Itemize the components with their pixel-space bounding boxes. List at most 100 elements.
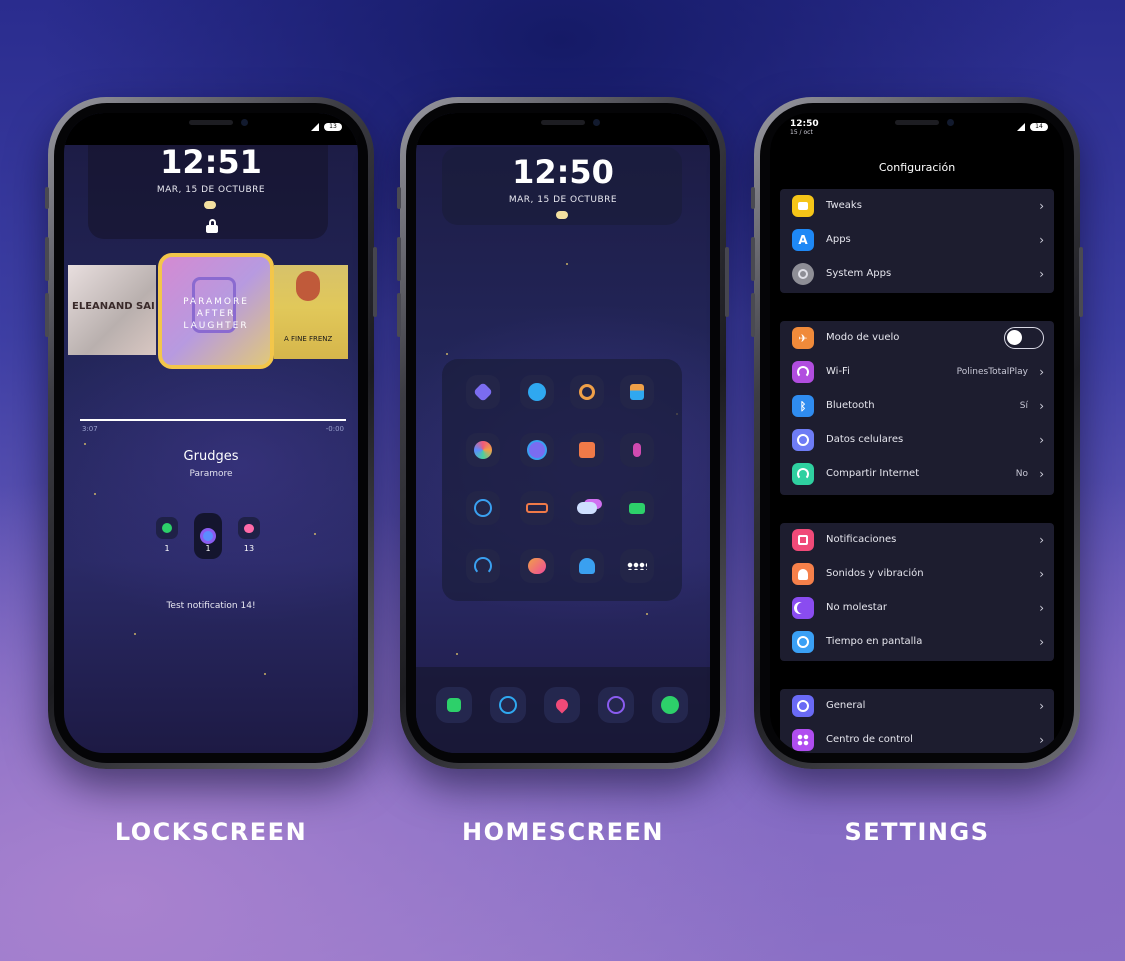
artist-name: Paramore <box>189 469 233 479</box>
hotspot-icon <box>792 463 814 485</box>
settings-row-wifi[interactable]: Wi-Fi PolinesTotalPlay › <box>780 355 1054 389</box>
settings-row-hotspot[interactable]: Compartir Internet No › <box>780 457 1054 491</box>
safari-app-icon[interactable] <box>466 491 500 525</box>
chevron-right-icon: › <box>1039 399 1044 413</box>
chevron-right-icon: › <box>1039 199 1044 213</box>
bluetooth-value: Sí <box>1019 401 1028 411</box>
homescreen-caption: HOMESCREEN <box>461 818 665 846</box>
airplane-icon: ✈ <box>792 327 814 349</box>
whatsapp-notification-icon[interactable] <box>156 517 178 539</box>
notification-text[interactable]: Test notification 14! <box>64 601 358 611</box>
lockscreen-caption: LOCKSCREEN <box>114 818 308 846</box>
speedtest-app-icon[interactable] <box>466 549 500 583</box>
status-bar-icons: 13 <box>311 123 342 131</box>
album-art-right[interactable]: A FINE FRENZ <box>274 265 348 359</box>
gear-icon <box>792 263 814 285</box>
status-bar-icons: 14 <box>1017 123 1048 131</box>
unlock-icon[interactable] <box>206 219 218 233</box>
settings-row-do-not-disturb[interactable]: No molestar › <box>780 591 1054 625</box>
battery-icon: 13 <box>324 123 342 131</box>
track-elapsed: 3:07 <box>82 425 98 433</box>
settings-row-airplane[interactable]: ✈ Modo de vuelo <box>780 321 1054 355</box>
sounds-icon <box>792 563 814 585</box>
settings-row-apps[interactable]: A Apps › <box>780 223 1054 257</box>
homescreen-phone: 12:50 MAR, 15 DE OCTUBRE <box>397 97 729 769</box>
chevron-right-icon: › <box>1039 601 1044 615</box>
moon-icon <box>792 597 814 619</box>
spotify-app-icon[interactable] <box>598 687 634 723</box>
calculator-app-icon[interactable] <box>620 375 654 409</box>
signal-icon <box>1017 123 1025 131</box>
settings-row-control-center[interactable]: Centro de control › <box>780 723 1054 753</box>
notification-count: 1 <box>205 544 211 553</box>
settings-row-notifications[interactable]: Notificaciones › <box>780 523 1054 557</box>
homescreen-screen: 12:50 MAR, 15 DE OCTUBRE <box>416 113 710 753</box>
album-art-left[interactable]: ELEANAND SAI <box>68 265 156 355</box>
settings-row-bluetooth[interactable]: ᛒ Bluetooth Sí › <box>780 389 1054 423</box>
whatsapp-app-icon[interactable] <box>652 687 688 723</box>
bluetooth-icon: ᛒ <box>792 395 814 417</box>
settings-caption: SETTINGS <box>844 818 990 846</box>
messenger-app-icon[interactable] <box>520 549 554 583</box>
status-date: 15 / oct <box>790 129 813 136</box>
clock-app-icon[interactable] <box>520 375 554 409</box>
song-title: Grudges <box>183 449 239 464</box>
settings-group-notifications: Notificaciones › Sonidos y vibración › N… <box>780 523 1054 661</box>
chevron-right-icon: › <box>1039 567 1044 581</box>
settings-group-connectivity: ✈ Modo de vuelo Wi-Fi PolinesTotalPlay ›… <box>780 321 1054 495</box>
lock-date: MAR, 15 DE OCTUBRE <box>156 185 266 195</box>
track-progress-bar[interactable] <box>80 419 346 421</box>
notifications-icon <box>792 529 814 551</box>
settings-row-sounds[interactable]: Sonidos y vibración › <box>780 557 1054 591</box>
ticket-app-icon[interactable] <box>520 491 554 525</box>
notes-app-icon[interactable] <box>570 433 604 467</box>
chevron-right-icon: › <box>1039 699 1044 713</box>
app-store-icon: A <box>792 229 814 251</box>
settings-row-screen-time[interactable]: Tiempo en pantalla › <box>780 625 1054 659</box>
photos-app-icon[interactable] <box>466 433 500 467</box>
notification-count: 13 <box>243 544 255 553</box>
ghost-app-icon[interactable] <box>570 549 604 583</box>
wifi-icon <box>792 361 814 383</box>
lockscreen-phone: 13 12:51 MAR, 15 DE OCTUBRE ELEANAND SAI… <box>45 97 377 769</box>
tweaks-icon <box>792 195 814 217</box>
lockscreen-screen: 13 12:51 MAR, 15 DE OCTUBRE ELEANAND SAI… <box>64 113 358 753</box>
settings-screen: 12:50 15 / oct 14 Configuración Tweaks ›… <box>770 113 1064 753</box>
lock-time: 12:51 <box>160 143 262 181</box>
home-date: MAR, 15 DE OCTUBRE <box>508 195 618 205</box>
track-progress-fill <box>80 419 346 421</box>
settings-row-system-apps[interactable]: System Apps › <box>780 257 1054 291</box>
chevron-right-icon: › <box>1039 433 1044 447</box>
settings-group-tweaks: Tweaks › A Apps › System Apps › <box>780 189 1054 293</box>
page-title: Configuración <box>878 161 956 174</box>
chevron-right-icon: › <box>1039 733 1044 747</box>
general-gear-icon <box>792 695 814 717</box>
control-center-icon <box>792 729 814 751</box>
settings-row-cellular[interactable]: Datos celulares › <box>780 423 1054 457</box>
messages-notification-icon[interactable] <box>238 517 260 539</box>
camera-app-icon[interactable] <box>570 375 604 409</box>
settings-app-icon[interactable] <box>466 375 500 409</box>
chevron-right-icon: › <box>1039 635 1044 649</box>
settings-row-tweaks[interactable]: Tweaks › <box>780 189 1054 223</box>
weather-app-icon[interactable] <box>570 491 604 525</box>
airplane-toggle[interactable] <box>1004 327 1044 349</box>
settings-row-general[interactable]: General › <box>780 689 1054 723</box>
podcasts-app-icon[interactable] <box>620 433 654 467</box>
chevron-right-icon: › <box>1039 467 1044 481</box>
browser-app-icon[interactable] <box>520 433 554 467</box>
chevron-right-icon: › <box>1039 233 1044 247</box>
album-art-current[interactable]: PARAMORE AFTER LAUGHTER <box>158 253 274 369</box>
chevron-right-icon: › <box>1039 267 1044 281</box>
weather-icon <box>204 201 216 209</box>
phone-app-icon[interactable] <box>436 687 472 723</box>
mail-app-icon[interactable] <box>490 687 526 723</box>
hotspot-value: No <box>1015 469 1028 479</box>
screen-time-icon <box>792 631 814 653</box>
settings-phone: 12:50 15 / oct 14 Configuración Tweaks ›… <box>751 97 1083 769</box>
maps-app-icon[interactable] <box>544 687 580 723</box>
wifi-network-value: PolinesTotalPlay <box>956 367 1028 377</box>
facetime-app-icon[interactable] <box>620 491 654 525</box>
settings-group-general: General › Centro de control › <box>780 689 1054 753</box>
more-apps-icon[interactable] <box>620 549 654 583</box>
